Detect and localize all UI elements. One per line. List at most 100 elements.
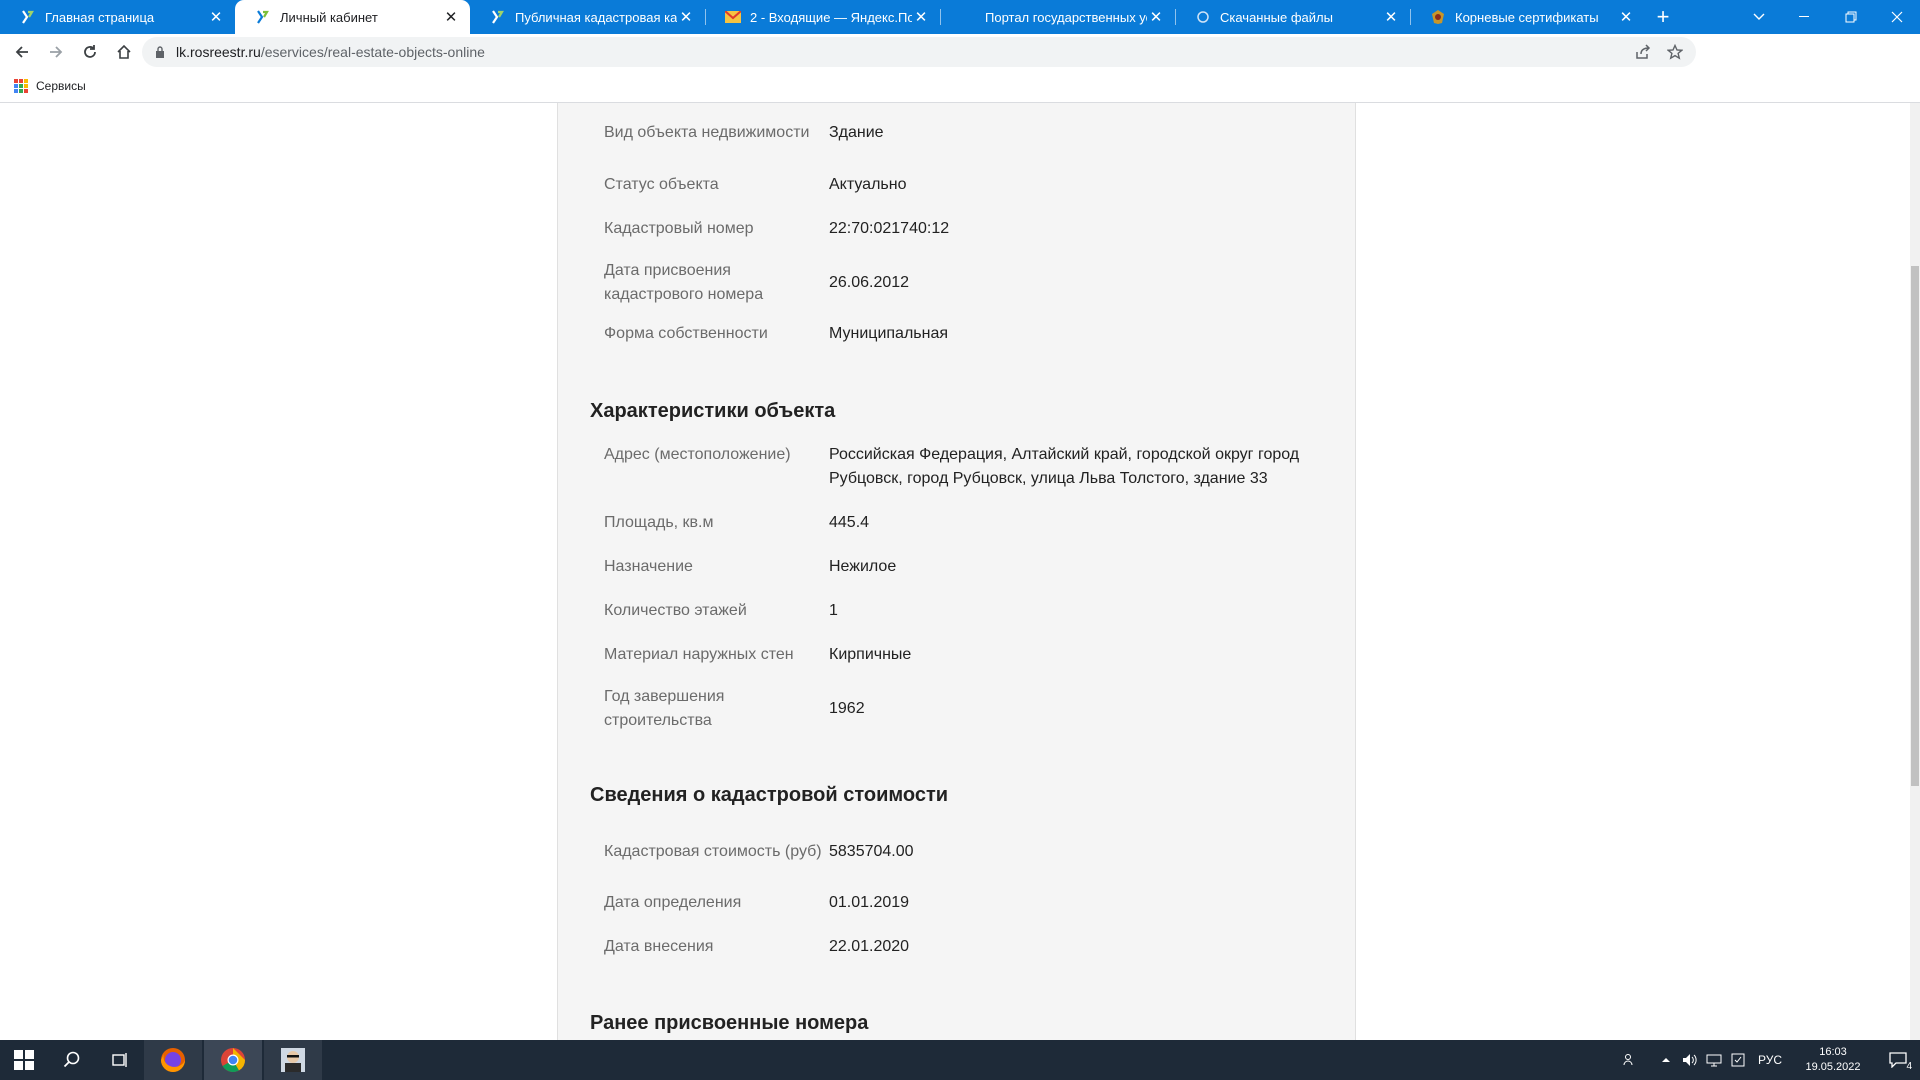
tab-public-cadastral-map[interactable]: Публичная кадастровая карта ✕ xyxy=(470,0,705,34)
close-icon[interactable]: ✕ xyxy=(442,8,460,26)
clock-date: 19.05.2022 xyxy=(1805,1061,1861,1073)
bookmark-star-icon[interactable] xyxy=(1662,39,1688,65)
tab-title: Портал государственных услуг xyxy=(985,9,1147,25)
url-path: /eservices/real-estate-objects-online xyxy=(260,44,485,60)
clock[interactable]: 16:03 19.05.2022 xyxy=(1796,1045,1870,1075)
notification-icon xyxy=(1889,1052,1907,1068)
bookmark-label: Сервисы xyxy=(36,79,86,93)
new-tab-button[interactable]: + xyxy=(1645,0,1681,34)
close-icon[interactable]: ✕ xyxy=(912,8,930,26)
field-value: Здание xyxy=(829,124,884,141)
field-value: Нежилое xyxy=(829,558,897,575)
field-value: Кирпичные xyxy=(829,646,912,663)
field-label: Статус объекта xyxy=(604,176,719,193)
forward-arrow-icon xyxy=(50,46,63,58)
bookmarks-bar: Сервисы xyxy=(0,70,1920,103)
reload-button[interactable] xyxy=(74,36,106,68)
start-button[interactable] xyxy=(0,1040,48,1080)
tab-main-page[interactable]: Главная страница ✕ xyxy=(0,0,235,34)
volume-icon[interactable] xyxy=(1678,1040,1702,1080)
url-host: lk.rosreestr.ru xyxy=(176,44,261,60)
field-value: Актуально xyxy=(829,176,907,193)
field-label: Кадастровый номер xyxy=(604,220,754,237)
taskbar-app[interactable] xyxy=(264,1040,322,1080)
field-label: Вид объекта недвижимости xyxy=(604,124,810,141)
search-button[interactable] xyxy=(48,1040,96,1080)
section-title-cadastral-value: Сведения о кадастровой стоимости xyxy=(590,784,949,806)
home-button[interactable] xyxy=(108,36,140,68)
section-title-characteristics: Характеристики объекта xyxy=(590,400,836,422)
back-button[interactable] xyxy=(6,36,38,68)
close-icon[interactable]: ✕ xyxy=(1382,8,1400,26)
tab-title: Корневые сертификаты xyxy=(1455,9,1599,25)
tab-title: Скачанные файлы xyxy=(1220,9,1333,25)
page-scrollbar[interactable] xyxy=(1910,103,1920,1040)
people-icon[interactable] xyxy=(1618,1040,1642,1080)
chevron-up-icon[interactable] xyxy=(1654,1040,1678,1080)
restore-icon[interactable] xyxy=(1828,0,1874,34)
field-label: Дата внесения xyxy=(604,938,714,955)
tab-root-certificates[interactable]: Корневые сертификаты ✕ xyxy=(1410,0,1645,34)
tab-personal-account[interactable]: Личный кабинет ✕ xyxy=(235,0,470,34)
taskbar-firefox[interactable] xyxy=(144,1040,202,1080)
task-view-button[interactable] xyxy=(96,1040,144,1080)
tab-title: Главная страница xyxy=(45,9,155,25)
rosreestr-icon xyxy=(20,9,36,25)
tab-title: 2 - Входящие — Яндекс.Почта xyxy=(750,9,912,25)
input-language[interactable]: РУС xyxy=(1750,1053,1790,1067)
field-label: Площадь, кв.м xyxy=(604,514,714,531)
field-label: Кадастровая стоимость (руб) xyxy=(604,843,822,860)
close-icon[interactable]: ✕ xyxy=(1617,8,1635,26)
back-arrow-icon xyxy=(15,46,28,58)
firefox-icon xyxy=(161,1048,185,1072)
home-icon xyxy=(117,44,131,59)
rosreestr-icon xyxy=(255,9,271,25)
field-value: 5835704.00 xyxy=(829,843,914,860)
task-view-icon xyxy=(112,1053,127,1067)
info-row: Дата определения 01.01.2019 xyxy=(604,889,1324,917)
tab-gosuslugi[interactable]: Портал государственных услуг ✕ xyxy=(940,0,1175,34)
close-icon[interactable]: ✕ xyxy=(1147,8,1165,26)
windows-logo-icon xyxy=(14,1050,34,1070)
scrollbar-thumb[interactable] xyxy=(1911,266,1919,786)
clock-time: 16:03 xyxy=(1819,1046,1847,1058)
info-row: Назначение Нежилое xyxy=(604,553,1324,581)
info-row: Дата присвоения кадастрового номера 26.0… xyxy=(604,258,1324,308)
url-text: lk.rosreestr.ru/eservices/real-estate-ob… xyxy=(176,44,485,60)
close-icon[interactable]: ✕ xyxy=(207,8,225,26)
info-row: Кадастровый номер 22:70:021740:12 xyxy=(604,215,1324,243)
download-icon xyxy=(1195,9,1211,25)
taskbar-chrome[interactable] xyxy=(204,1040,262,1080)
info-row: Дата внесения 22.01.2020 xyxy=(604,933,1324,961)
object-info-panel: Вид объекта недвижимости Здание Статус о… xyxy=(557,103,1356,1040)
address-bar[interactable]: lk.rosreestr.ru/eservices/real-estate-ob… xyxy=(142,37,1696,67)
tab-title: Публичная кадастровая карта xyxy=(515,9,677,25)
info-row: Адрес (местоположение) Российская Федера… xyxy=(604,443,1324,493)
forward-button[interactable] xyxy=(40,36,72,68)
page-viewport: Вид объекта недвижимости Здание Статус о… xyxy=(0,103,1920,1040)
close-icon[interactable]: ✕ xyxy=(677,8,695,26)
notification-center-button[interactable]: 4 xyxy=(1876,1040,1920,1080)
rosreestr-icon xyxy=(490,9,506,25)
field-label: Форма собственности xyxy=(604,325,768,342)
close-window-icon[interactable] xyxy=(1874,0,1920,34)
lock-icon[interactable] xyxy=(150,42,170,62)
tab-downloads[interactable]: Скачанные файлы ✕ xyxy=(1175,0,1410,34)
share-icon[interactable] xyxy=(1630,39,1656,65)
field-label: Дата присвоения кадастрового номера xyxy=(604,262,764,303)
minimize-icon[interactable] xyxy=(1782,0,1828,34)
app-icon xyxy=(281,1048,305,1072)
gosuslugi-icon xyxy=(960,9,976,25)
bookmark-services[interactable]: Сервисы xyxy=(14,79,86,93)
network-icon[interactable] xyxy=(1702,1040,1726,1080)
tab-yandex-mail[interactable]: 2 - Входящие — Яндекс.Почта ✕ xyxy=(705,0,940,34)
field-label: Дата определения xyxy=(604,894,742,911)
field-label: Год завершения строительства xyxy=(604,688,725,729)
field-value: 1 xyxy=(829,602,838,619)
info-row: Статус объекта Актуально xyxy=(604,171,1324,199)
security-icon[interactable] xyxy=(1726,1040,1750,1080)
info-row: Материал наружных стен Кирпичные xyxy=(604,641,1324,669)
field-value: 1962 xyxy=(829,700,865,717)
info-row: Вид объекта недвижимости Здание xyxy=(604,108,1324,158)
tab-search-icon[interactable] xyxy=(1744,0,1774,34)
